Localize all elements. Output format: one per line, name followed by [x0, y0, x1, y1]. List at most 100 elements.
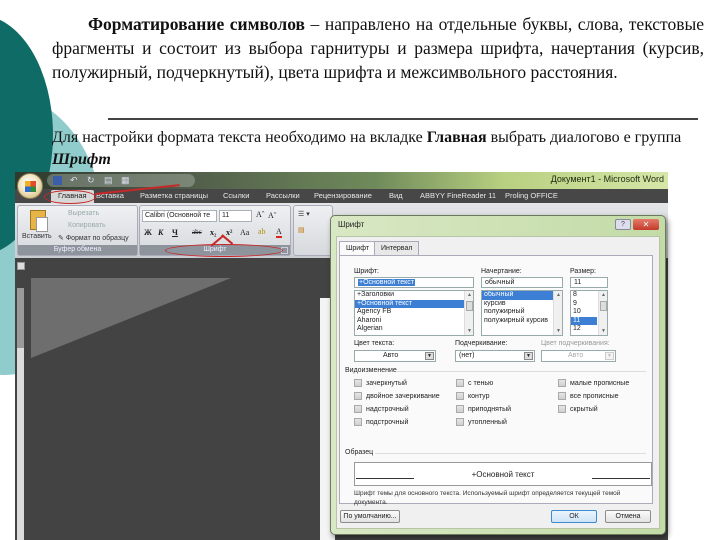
highlight-oval-font-group [165, 244, 283, 257]
clipboard-group: Вставить Вырезать Копировать ✎ Формат по… [17, 205, 138, 256]
strikethrough-button[interactable]: abc [192, 228, 202, 236]
font-input[interactable]: +Основной текст [354, 277, 474, 288]
checkbox-hidden[interactable]: скрытый [558, 405, 598, 413]
tab-review[interactable]: Рецензирование [314, 191, 372, 200]
underline-dropdown[interactable]: (нет) ▼ [455, 350, 535, 362]
undo-icon[interactable]: ↶ [70, 176, 79, 185]
tab-proling[interactable]: Proling OFFICE [505, 191, 558, 200]
page-shadow [31, 278, 231, 358]
dialog-body: Шрифт Интервал Шрифт: +Основной текст +З… [336, 236, 660, 529]
ok-button[interactable]: ОК [551, 510, 597, 523]
checkbox-all-caps[interactable]: все прописные [558, 392, 619, 400]
tab-page-layout[interactable]: Разметка страницы [140, 191, 208, 200]
instruction-text: Для настройки формата текста необходимо … [52, 129, 427, 146]
underline-button[interactable]: Ч [172, 228, 178, 237]
checkbox-engrave[interactable]: утопленный [456, 418, 507, 426]
style-list-scrollbar[interactable]: ▲ ▼ [553, 291, 562, 335]
chevron-down-icon[interactable]: ▼ [605, 352, 614, 360]
paste-button[interactable]: Вставить [22, 233, 52, 240]
align-left-icon[interactable]: ▤ [298, 226, 305, 234]
set-default-button[interactable]: По умолчанию... [340, 510, 400, 523]
paste-icon[interactable] [30, 210, 48, 232]
preview-baseline-right [592, 478, 650, 479]
cancel-button[interactable]: Отмена [605, 510, 651, 523]
tab-references[interactable]: Ссылки [223, 191, 249, 200]
tab-abbyy[interactable]: ABBYY FineReader 11 [420, 191, 496, 200]
font-label: Шрифт: [354, 268, 379, 275]
effects-divider [396, 371, 646, 372]
underline-color-value: Авто [568, 352, 584, 359]
style-list-item-selected[interactable]: обычный [482, 291, 562, 300]
checkbox-superscript[interactable]: надстрочный [354, 405, 409, 413]
office-button[interactable] [17, 173, 43, 199]
checkbox-label: зачеркнутый [366, 379, 407, 387]
instruction-paragraph: Для настройки формата текста необходимо … [52, 127, 712, 171]
font-size-combo[interactable]: 11 [219, 210, 252, 222]
shrink-font-button[interactable]: Aˇ [268, 211, 276, 220]
instruction-text-2: выбрать диалогово е группа [486, 129, 682, 146]
size-list-scrollbar[interactable]: ▲ ▼ [598, 291, 607, 335]
style-label: Начертание: [481, 268, 522, 275]
italic-button[interactable]: К [158, 228, 163, 237]
checkbox-double-strikethrough[interactable]: двойное зачеркивание [354, 392, 440, 400]
text-color-dropdown[interactable]: Авто ▼ [354, 350, 436, 362]
divider-line [108, 118, 698, 120]
bold-button[interactable]: Ж [144, 228, 152, 237]
tab-font[interactable]: Шрифт [339, 241, 377, 256]
size-list-item-selected[interactable]: 11 [571, 316, 597, 325]
style-input[interactable]: обычный [481, 277, 563, 288]
checkbox-label: двойное зачеркивание [366, 392, 440, 400]
font-list-item-selected[interactable]: +Основной текст [355, 299, 473, 308]
underline-color-dropdown[interactable]: Авто ▼ [541, 350, 616, 362]
underline-value: (нет) [459, 352, 475, 359]
text-color-value: Авто [383, 352, 399, 359]
tab-spacing[interactable]: Интервал [374, 241, 420, 255]
print-icon[interactable]: ▤ [104, 176, 113, 185]
close-button[interactable]: ✕ [633, 219, 659, 230]
size-list[interactable]: 8 9 10 11 12 ▲ ▼ [570, 290, 608, 336]
style-list-item[interactable]: полужирный [482, 308, 562, 317]
checkbox-subscript[interactable]: подстрочный [354, 418, 408, 426]
checkbox-shadow[interactable]: с тенью [456, 379, 493, 387]
ruler-tab-selector[interactable] [17, 262, 25, 270]
font-list-item[interactable]: Aharoni [355, 317, 473, 326]
checkbox-strikethrough[interactable]: зачеркнутый [354, 379, 407, 387]
style-list-item[interactable]: полужирный курсив [482, 317, 562, 326]
save-icon[interactable] [53, 176, 62, 185]
change-case-button[interactable]: Aa [240, 228, 249, 237]
text-color-label: Цвет текста: [354, 340, 395, 347]
preview-section-label: Образец [345, 449, 374, 456]
style-list-item[interactable]: курсив [482, 300, 562, 309]
superscript-button[interactable]: x² [226, 228, 232, 237]
copy-button[interactable]: Копировать [68, 222, 106, 229]
subscript-button[interactable]: x₂ [210, 228, 216, 237]
font-list-scrollbar[interactable]: ▲ ▼ [464, 291, 473, 335]
cut-button[interactable]: Вырезать [68, 210, 99, 217]
tab-mailings[interactable]: Рассылки [266, 191, 300, 200]
font-list[interactable]: +Заголовки +Основной текст Agency FB Aha… [354, 290, 474, 336]
checkbox-emboss[interactable]: приподнятый [456, 405, 511, 413]
tab-view[interactable]: Вид [389, 191, 403, 200]
font-list-item[interactable]: Algerian [355, 325, 473, 334]
font-dialog: Шрифт ? ✕ Шрифт Интервал Шрифт: +Основно… [330, 215, 666, 535]
grow-font-button[interactable]: Aˆ [256, 210, 264, 219]
preview-icon[interactable]: ▦ [121, 176, 130, 185]
effects-section-label: Видоизменение [345, 367, 397, 374]
checkbox-outline[interactable]: контур [456, 392, 490, 400]
chevron-down-icon[interactable]: ▼ [425, 352, 434, 360]
style-list[interactable]: обычный курсив полужирный полужирный кур… [481, 290, 563, 336]
font-list-item[interactable]: Agency FB [355, 308, 473, 317]
help-button[interactable]: ? [615, 219, 631, 230]
format-painter-button[interactable]: ✎ Формат по образцу [58, 234, 129, 242]
font-color-icon[interactable]: A [276, 227, 282, 238]
tab-name-bold: Главная [426, 129, 487, 146]
checkbox-small-caps[interactable]: малые прописные [558, 379, 629, 387]
bullets-icon[interactable]: ☰ ▾ [298, 210, 310, 218]
vertical-ruler-margin [17, 288, 24, 348]
font-list-item[interactable]: +Заголовки [355, 291, 473, 300]
highlight-icon[interactable]: ab [258, 227, 266, 236]
chevron-down-icon[interactable]: ▼ [524, 352, 533, 360]
size-input[interactable]: 11 [570, 277, 608, 288]
redo-icon[interactable]: ↻ [87, 176, 96, 185]
font-name-combo[interactable]: Calibri (Основной те [142, 210, 217, 222]
